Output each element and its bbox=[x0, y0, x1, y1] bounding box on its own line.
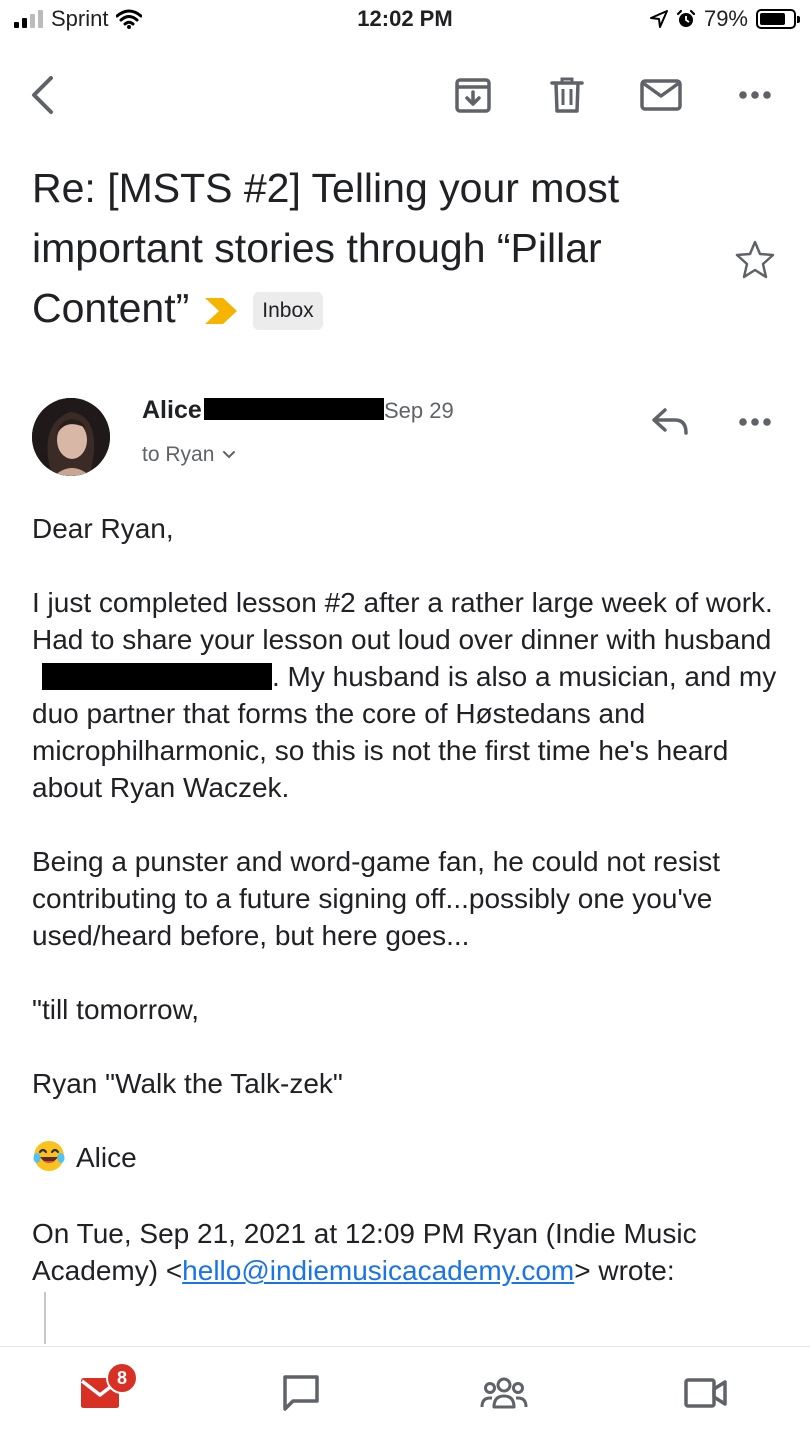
trash-icon bbox=[550, 77, 584, 113]
more-icon bbox=[739, 418, 771, 426]
subject-tags: Inbox bbox=[203, 292, 323, 331]
delete-button[interactable] bbox=[542, 70, 592, 120]
sender-name[interactable]: Alice bbox=[142, 396, 202, 425]
video-icon bbox=[684, 1378, 727, 1408]
paragraph-1: I just completed lesson #2 after a rathe… bbox=[32, 584, 792, 806]
more-options-button[interactable] bbox=[730, 70, 780, 120]
quoted-header-end: > wrote: bbox=[574, 1255, 675, 1286]
battery-percent: 79% bbox=[703, 6, 748, 31]
location-icon bbox=[649, 10, 668, 28]
back-icon bbox=[32, 76, 53, 114]
inbox-label-chip[interactable]: Inbox bbox=[253, 292, 323, 331]
email-body: Dear Ryan, I just completed lesson #2 af… bbox=[32, 510, 792, 1289]
status-right: 79% bbox=[649, 6, 800, 32]
chevron-down-icon bbox=[223, 451, 236, 459]
quote-bar bbox=[44, 1292, 46, 1344]
redacted-surname bbox=[204, 398, 384, 420]
back-button[interactable] bbox=[18, 70, 68, 120]
battery-fill bbox=[760, 13, 786, 25]
alarm-icon bbox=[676, 9, 696, 27]
paragraph-2: Being a punster and word-game fan, he co… bbox=[32, 846, 720, 951]
archive-button[interactable] bbox=[448, 70, 498, 120]
reply-button[interactable] bbox=[645, 400, 695, 444]
star-button[interactable] bbox=[734, 238, 776, 280]
nav-spaces[interactable] bbox=[476, 1365, 532, 1421]
recipient-details-toggle[interactable]: to Ryan bbox=[142, 443, 236, 467]
message-toolbar bbox=[0, 60, 810, 130]
signoff-line-1: "till tomorrow, bbox=[32, 994, 200, 1025]
star-icon bbox=[735, 240, 775, 279]
battery-icon bbox=[756, 9, 800, 29]
archive-icon bbox=[455, 78, 491, 113]
nav-chat[interactable] bbox=[273, 1365, 329, 1421]
sender-avatar[interactable] bbox=[32, 398, 110, 476]
quoted-header: On Tue, Sep 21, 2021 at 12:09 PM Ryan (I… bbox=[32, 1215, 792, 1289]
chat-icon bbox=[283, 1375, 319, 1411]
sender-email-link[interactable]: hello@indiemusicacademy.com bbox=[182, 1255, 574, 1286]
email-subject: Re: [MSTS #2] Telling your most importan… bbox=[32, 158, 712, 338]
meet-people-icon bbox=[480, 1377, 528, 1409]
greeting: Dear Ryan, bbox=[32, 513, 174, 544]
nav-meet[interactable] bbox=[678, 1365, 734, 1421]
signature-name: Alice bbox=[76, 1142, 137, 1173]
reply-icon bbox=[652, 408, 688, 435]
subject-text: Re: [MSTS #2] Telling your most importan… bbox=[32, 165, 620, 331]
important-marker-icon[interactable] bbox=[203, 296, 239, 326]
more-icon bbox=[739, 91, 771, 99]
recipient-text: to Ryan bbox=[142, 443, 215, 466]
status-bar: Sprint 12:02 PM 79% bbox=[0, 0, 810, 40]
paragraph-1-start: I just completed lesson #2 after a rathe… bbox=[32, 587, 773, 655]
redacted-name bbox=[42, 663, 272, 690]
signoff-line-2: Ryan "Walk the Talk-zek" bbox=[32, 1068, 343, 1099]
signature: Alice bbox=[32, 1139, 792, 1176]
mark-unread-button[interactable] bbox=[636, 70, 686, 120]
unread-count-badge: 8 bbox=[106, 1362, 138, 1394]
message-more-button[interactable] bbox=[730, 400, 780, 444]
email-date: Sep 29 bbox=[384, 398, 454, 423]
laughing-tears-emoji-icon bbox=[33, 1141, 65, 1171]
mail-icon bbox=[640, 79, 682, 111]
avatar-photo bbox=[32, 398, 110, 476]
